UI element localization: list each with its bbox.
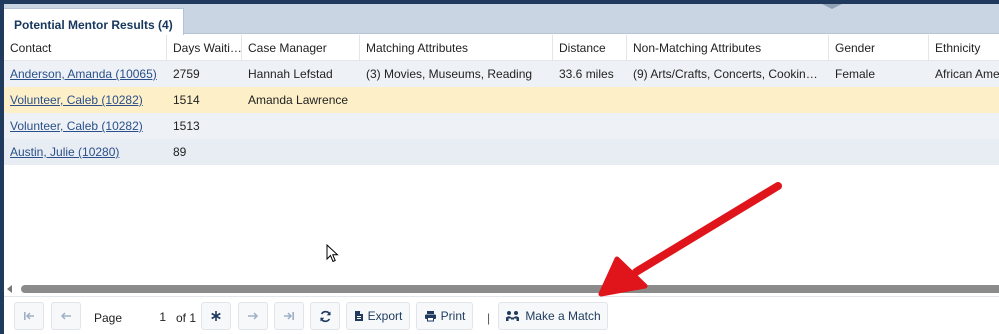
days-waiting-cell: 2759 xyxy=(173,67,200,81)
days-waiting-cell: 1513 xyxy=(173,119,200,133)
tab-potential-mentor-results[interactable]: Potential Mentor Results (4) xyxy=(4,8,184,35)
scroll-left-icon[interactable] xyxy=(7,285,12,293)
prev-page-button[interactable] xyxy=(51,302,81,330)
contact-link[interactable]: Volunteer, Caleb (10282) xyxy=(10,93,143,107)
people-match-icon xyxy=(506,311,520,321)
prev-page-icon xyxy=(60,312,71,320)
pager-toolbar: Page of 1 Export Print | Make a Match xyxy=(4,296,999,334)
print-button[interactable]: Print xyxy=(416,302,473,330)
asterisk-icon xyxy=(211,311,221,321)
non-matching-attributes-cell: (9) Arts/Crafts, Concerts, Cooking… xyxy=(633,67,825,81)
column-header-case-manager[interactable]: Case Manager xyxy=(242,35,360,61)
ethnicity-cell: African Ame xyxy=(935,67,999,81)
first-page-button[interactable] xyxy=(14,302,44,330)
next-page-icon xyxy=(248,312,259,320)
refresh-button[interactable] xyxy=(310,302,340,330)
column-header-distance[interactable]: Distance xyxy=(553,35,627,61)
page-count-label: of 1 xyxy=(176,311,197,325)
table-row[interactable]: Anderson, Amanda (10065) 2759 Hannah Lef… xyxy=(4,61,999,87)
table-row[interactable]: Volunteer, Caleb (10282) 1514 Amanda Law… xyxy=(4,87,999,113)
collapse-notch-icon xyxy=(822,4,842,9)
refresh-icon xyxy=(319,310,331,322)
case-manager-cell: Hannah Lefstad xyxy=(248,67,333,81)
page-label: Page xyxy=(94,311,123,325)
column-header-ethnicity[interactable]: Ethnicity xyxy=(929,35,999,61)
distance-cell: 33.6 miles xyxy=(559,67,614,81)
table-row[interactable]: Austin, Julie (10280) 89 xyxy=(4,139,999,165)
last-page-icon xyxy=(284,312,294,320)
page-number-input[interactable] xyxy=(130,306,170,328)
toolbar-separator: | xyxy=(487,311,491,325)
case-manager-cell: Amanda Lawrence xyxy=(248,93,349,107)
scrollbar-thumb[interactable] xyxy=(21,285,999,293)
export-file-icon xyxy=(354,311,363,321)
column-header-contact[interactable]: Contact xyxy=(4,35,167,61)
printer-icon xyxy=(424,311,436,322)
first-page-icon xyxy=(24,312,34,320)
grid-header: Contact Days Waiti… Case Manager Matchin… xyxy=(4,35,999,61)
contact-link[interactable]: Anderson, Amanda (10065) xyxy=(10,67,157,81)
column-header-matching-attributes[interactable]: Matching Attributes xyxy=(360,35,553,61)
column-header-non-matching-attributes[interactable]: Non-Matching Attributes xyxy=(627,35,829,61)
matching-attributes-cell: (3) Movies, Museums, Reading xyxy=(366,67,533,81)
table-row[interactable]: Volunteer, Caleb (10282) 1513 xyxy=(4,113,999,139)
horizontal-scrollbar[interactable] xyxy=(4,284,999,294)
gender-cell: Female xyxy=(835,67,876,81)
contact-link[interactable]: Volunteer, Caleb (10282) xyxy=(10,119,143,133)
column-header-gender[interactable]: Gender xyxy=(829,35,929,61)
asterisk-button[interactable] xyxy=(201,302,231,330)
print-label: Print xyxy=(440,309,466,323)
days-waiting-cell: 1514 xyxy=(173,93,200,107)
next-page-button[interactable] xyxy=(238,302,268,330)
export-label: Export xyxy=(367,309,403,323)
mouse-cursor-icon xyxy=(326,244,339,263)
column-header-days-waiting[interactable]: Days Waiti… xyxy=(167,35,242,61)
last-page-button[interactable] xyxy=(274,302,304,330)
days-waiting-cell: 89 xyxy=(173,145,187,159)
results-window: Potential Mentor Results (4) Contact Day… xyxy=(0,0,999,334)
make-a-match-label: Make a Match xyxy=(525,309,601,323)
export-button[interactable]: Export xyxy=(346,302,410,330)
tab-bar: Potential Mentor Results (4) xyxy=(4,4,999,35)
make-a-match-button[interactable]: Make a Match xyxy=(498,302,608,330)
contact-link[interactable]: Austin, Julie (10280) xyxy=(10,145,119,159)
